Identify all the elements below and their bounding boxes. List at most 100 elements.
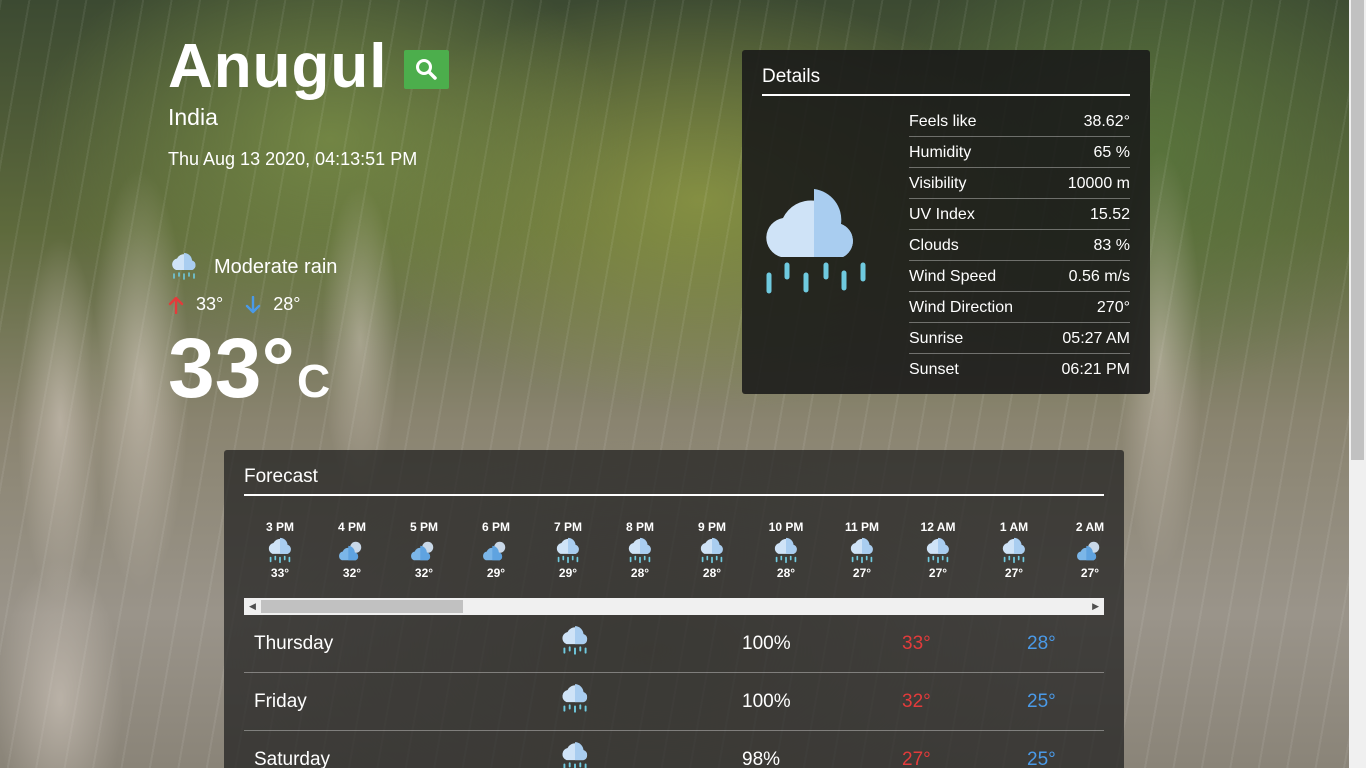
details-row-sunrise: Sunrise 05:27 AM	[909, 323, 1130, 354]
min-temp: 28°	[273, 294, 301, 314]
daily-day: Friday	[254, 690, 307, 712]
details-row-humidity: Humidity 65 %	[909, 137, 1130, 168]
hourly-temp: 27°	[1004, 566, 1024, 580]
hourly-item: 6 PM 29°	[460, 520, 532, 598]
hourly-temp: 33°	[270, 566, 290, 580]
daily-row: Friday 100% 32° 25°	[244, 673, 1104, 731]
country-name: India	[168, 104, 218, 130]
daily-icon-wrap	[558, 623, 592, 665]
hourly-temp: 29°	[558, 566, 578, 580]
daily-high: 32°	[902, 690, 931, 712]
hourly-item: 11 PM 27°	[824, 520, 900, 598]
hourly-item: 12 AM 27°	[900, 520, 976, 598]
current-temp: 33°C	[168, 323, 449, 426]
hourly-time: 3 PM	[265, 520, 294, 534]
temp-unit: C	[297, 355, 331, 407]
hourly-scrollbar-thumb[interactable]	[261, 600, 463, 613]
daily-high: 27°	[902, 748, 931, 768]
hourly-temp: 27°	[1080, 566, 1100, 580]
daily-day: Thursday	[254, 632, 334, 654]
min-max-row: 33° 28°	[168, 294, 449, 315]
daily-row: Thursday 100% 33° 28°	[244, 615, 1104, 673]
rain-cloud-icon	[556, 537, 579, 564]
page-scrollbar-thumb[interactable]	[1351, 0, 1364, 460]
details-row-wind-direction: Wind Direction 270°	[909, 292, 1130, 323]
details-row-uv-index: UV Index 15.52	[909, 199, 1130, 230]
hourly-time: 6 PM	[481, 520, 510, 534]
details-value: 10000 m	[1067, 175, 1130, 192]
details-table: Feels like 38.62° Humidity 65 % Visibility…	[909, 106, 1130, 385]
daily-precip: 98%	[742, 748, 781, 768]
hourly-temp: 28°	[630, 566, 650, 580]
hourly-item: 3 PM 33°	[244, 520, 316, 598]
details-icon-wrap	[742, 96, 887, 374]
page-scrollbar[interactable]	[1349, 0, 1366, 768]
details-value: 38.62°	[1083, 113, 1130, 130]
scroll-left-arrow[interactable]: ◀	[249, 601, 256, 612]
current-temp-value: 33°	[168, 321, 296, 415]
hourly-time: 7 PM	[553, 520, 582, 534]
rain-cloud-icon	[628, 537, 651, 564]
daily-low: 25°	[1027, 690, 1056, 712]
rain-cloud-icon	[268, 537, 291, 564]
details-panel: Details Feels like 38.62° Humidity 65 % Vi…	[742, 50, 1150, 394]
details-value: 06:21 PM	[1061, 361, 1130, 378]
hourly-forecast[interactable]: 3 PM 33° 4 PM 32° 5 PM 32° 6 PM 29° 7 PM 29° 8 PM 2…	[244, 520, 1104, 598]
details-row-clouds: Clouds 83 %	[909, 230, 1130, 261]
hourly-item: 2 AM 27°	[1052, 520, 1104, 598]
search-icon	[416, 59, 437, 80]
forecast-title: Forecast	[244, 450, 1104, 496]
hourly-time: 11 PM	[844, 520, 880, 534]
hourly-item: 10 PM 28°	[748, 520, 824, 598]
details-label: Clouds	[909, 237, 959, 254]
hourly-time: 12 AM	[920, 520, 956, 534]
details-label: Wind Speed	[909, 268, 997, 285]
details-value: 05:27 AM	[1062, 330, 1130, 347]
arrow-up-icon	[168, 296, 184, 314]
details-label: Humidity	[909, 144, 972, 161]
max-temp: 33°	[196, 294, 224, 314]
condition-text: Moderate rain	[214, 255, 338, 278]
hourly-temp: 32°	[342, 566, 362, 580]
hourly-temp: 29°	[486, 566, 506, 580]
details-value: 83 %	[1093, 237, 1130, 254]
forecast-panel: Forecast 3 PM 33° 4 PM 32° 5 PM 32° 6 PM 29° 7 P…	[224, 450, 1124, 768]
hourly-temp: 28°	[702, 566, 722, 580]
partly-cloudy-icon	[1077, 541, 1100, 561]
hourly-item: 5 PM 32°	[388, 520, 460, 598]
hourly-item: 8 PM 28°	[604, 520, 676, 598]
scroll-right-arrow[interactable]: ▶	[1092, 601, 1099, 612]
rain-cloud-icon	[774, 537, 797, 564]
daily-icon-wrap	[558, 739, 592, 768]
details-label: Feels like	[909, 113, 977, 130]
daily-forecast: Thursday 100% 33° 28° Friday 100% 32° 25° Saturd…	[244, 615, 1104, 768]
daily-high: 33°	[902, 632, 931, 654]
details-row-sunset: Sunset 06:21 PM	[909, 354, 1130, 385]
hourly-time: 9 PM	[697, 520, 726, 534]
details-value: 0.56 m/s	[1068, 268, 1130, 285]
hourly-temp: 32°	[414, 566, 434, 580]
daily-precip: 100%	[742, 632, 791, 654]
hourly-time: 10 PM	[768, 520, 804, 534]
rain-cloud-icon	[700, 537, 723, 564]
hourly-time: 8 PM	[625, 520, 654, 534]
current-datetime: Thu Aug 13 2020, 04:13:51 PM	[168, 149, 418, 169]
partly-cloudy-icon	[411, 541, 434, 561]
daily-row: Saturday 98% 27° 25°	[244, 731, 1104, 768]
details-title: Details	[762, 50, 1130, 96]
hourly-time: 1 AM	[999, 520, 1029, 534]
rain-cloud-icon	[562, 683, 588, 713]
city-row: Anugul	[168, 30, 449, 104]
partly-cloudy-icon	[483, 541, 506, 561]
hourly-scrollbar[interactable]: ◀ ▶	[244, 598, 1104, 615]
search-button[interactable]	[403, 49, 449, 89]
rain-cloud-icon	[765, 189, 865, 294]
city-name: Anugul	[168, 32, 388, 101]
hourly-item: 1 AM 27°	[976, 520, 1052, 598]
details-label: Sunrise	[909, 330, 964, 347]
rain-cloud-icon	[926, 537, 949, 564]
hourly-item: 7 PM 29°	[532, 520, 604, 598]
daily-low: 25°	[1027, 748, 1056, 768]
details-value: 15.52	[1089, 206, 1130, 223]
daily-day: Saturday	[254, 748, 331, 768]
